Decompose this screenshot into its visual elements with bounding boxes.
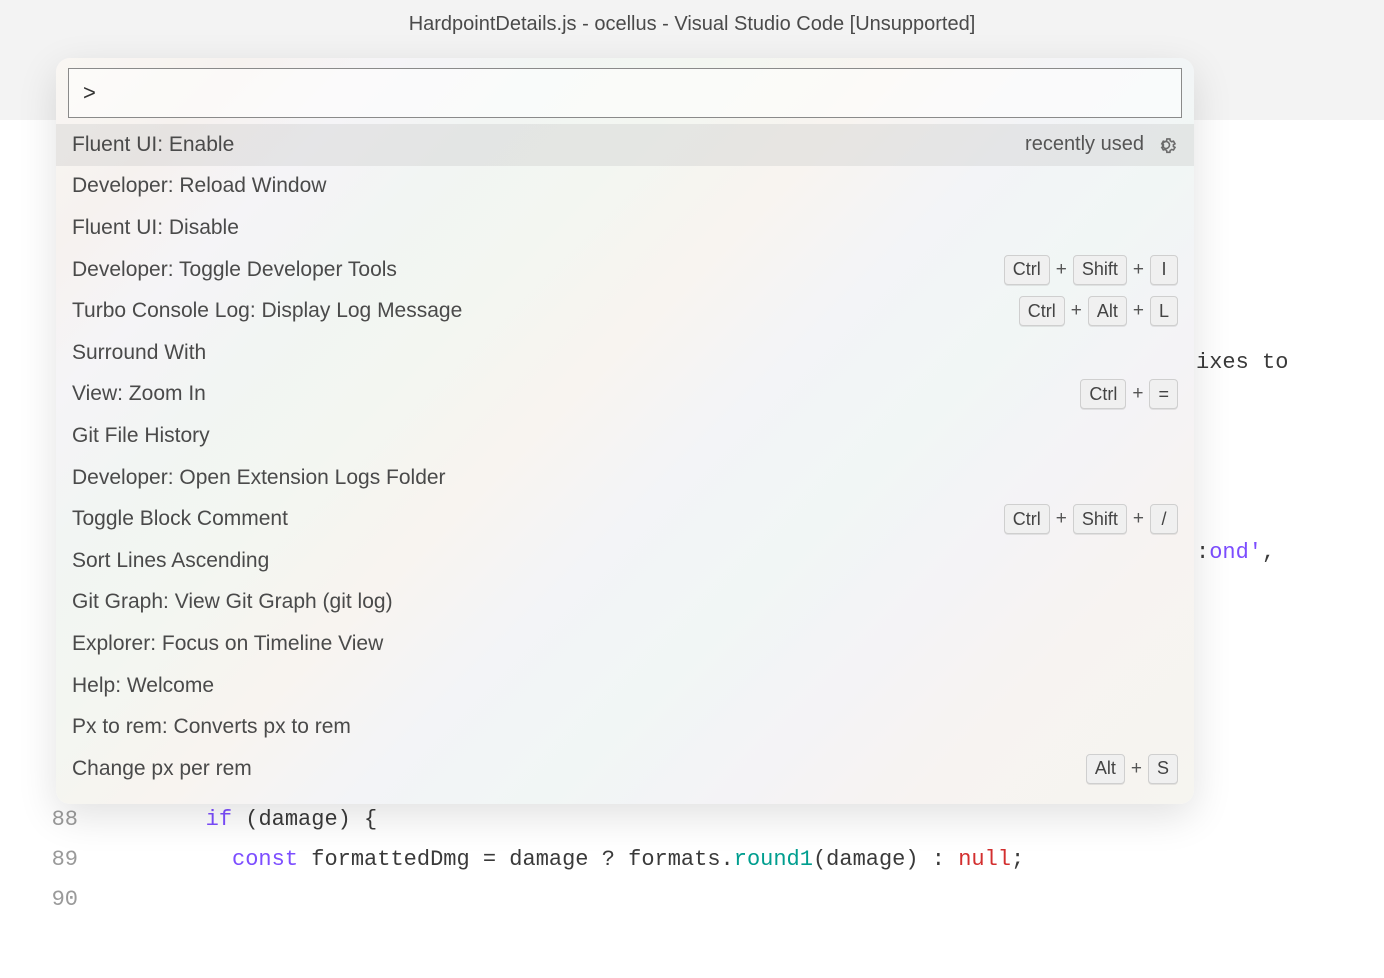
title-bar: HardpointDetails.js - ocellus - Visual S… bbox=[0, 0, 1384, 48]
kbd-key: / bbox=[1150, 504, 1178, 534]
command-item[interactable]: View: Zoom InCtrl + = bbox=[56, 374, 1194, 416]
command-item[interactable]: Toggle Block CommentCtrl + Shift + / bbox=[56, 498, 1194, 540]
command-item-label: Px to rem: Converts px to rem bbox=[72, 715, 1178, 739]
command-item-label: Change px per rem bbox=[72, 757, 1086, 781]
command-palette: Fluent UI: Enablerecently used Developer:… bbox=[56, 58, 1194, 804]
command-item[interactable]: Git Graph: View Git Graph (git log) bbox=[56, 582, 1194, 624]
command-item[interactable]: Sort Lines Ascending bbox=[56, 540, 1194, 582]
recently-used-label: recently used bbox=[1025, 133, 1144, 156]
kbd-key: Ctrl bbox=[1019, 296, 1065, 326]
keyboard-shortcut: Ctrl + Shift + I bbox=[1004, 255, 1178, 285]
kbd-key: Alt bbox=[1086, 754, 1125, 784]
kbd-key: Ctrl bbox=[1004, 504, 1050, 534]
line-number: 89 bbox=[0, 840, 100, 880]
editor-line[interactable]: 89 const formattedDmg = damage ? formats… bbox=[0, 840, 1384, 880]
command-item-label: Fluent UI: Enable bbox=[72, 133, 1025, 157]
kbd-key: S bbox=[1148, 754, 1178, 784]
command-item[interactable]: Git File History bbox=[56, 415, 1194, 457]
command-item-trailing: recently used bbox=[1025, 133, 1178, 157]
command-item[interactable]: Surround With bbox=[56, 332, 1194, 374]
command-item-label: Toggle Block Comment bbox=[72, 507, 1004, 531]
kbd-plus: + bbox=[1133, 259, 1144, 281]
kbd-plus: + bbox=[1071, 300, 1082, 322]
command-input[interactable] bbox=[68, 68, 1182, 118]
kbd-plus: + bbox=[1056, 508, 1067, 530]
command-item-trailing: Ctrl + = bbox=[1080, 379, 1178, 409]
command-list[interactable]: Fluent UI: Enablerecently used Developer:… bbox=[56, 124, 1194, 804]
kbd-key: Alt bbox=[1088, 296, 1127, 326]
command-item-label: Developer: Toggle Developer Tools bbox=[72, 258, 1004, 282]
command-item[interactable]: Turbo Console Log: Display Log MessageCt… bbox=[56, 290, 1194, 332]
kbd-key: Ctrl bbox=[1004, 255, 1050, 285]
keyboard-shortcut: Alt + S bbox=[1086, 754, 1178, 784]
line-number: 88 bbox=[0, 800, 100, 840]
keyboard-shortcut: Ctrl + Shift + / bbox=[1004, 504, 1178, 534]
kbd-key: Shift bbox=[1073, 504, 1127, 534]
command-item-trailing: Ctrl + Shift + I bbox=[1004, 255, 1178, 285]
code-content[interactable]: if (damage) { bbox=[100, 800, 377, 840]
kbd-key: Ctrl bbox=[1080, 379, 1126, 409]
command-item-label: Git Graph: View Git Graph (git log) bbox=[72, 590, 1178, 614]
command-item[interactable]: Explorer: Focus on Timeline View bbox=[56, 623, 1194, 665]
kbd-plus: + bbox=[1132, 383, 1143, 405]
command-item[interactable]: Help: Welcome bbox=[56, 665, 1194, 707]
command-item-trailing: Alt + S bbox=[1086, 754, 1178, 784]
command-item[interactable]: Fluent UI: Enablerecently used bbox=[56, 124, 1194, 166]
editor-overflow-text-2: :ond', bbox=[1196, 540, 1275, 565]
gear-icon[interactable] bbox=[1154, 133, 1178, 157]
command-item-label: Git File History bbox=[72, 424, 1178, 448]
command-item-label: Explorer: Focus on Timeline View bbox=[72, 632, 1178, 656]
editor-overflow-text-1: ixes to bbox=[1196, 350, 1288, 375]
kbd-key: = bbox=[1149, 379, 1178, 409]
code-content[interactable]: const formattedDmg = damage ? formats.ro… bbox=[100, 840, 1024, 880]
kbd-plus: + bbox=[1131, 758, 1142, 780]
command-item-label: Turbo Console Log: Display Log Message bbox=[72, 299, 1019, 323]
command-item-label: Fluent UI: Disable bbox=[72, 216, 1178, 240]
window-title: HardpointDetails.js - ocellus - Visual S… bbox=[409, 13, 976, 36]
kbd-key: Shift bbox=[1073, 255, 1127, 285]
command-item-trailing: Ctrl + Shift + / bbox=[1004, 504, 1178, 534]
command-item-label: Developer: Reload Window bbox=[72, 174, 1178, 198]
command-item-label: Sort Lines Ascending bbox=[72, 549, 1178, 573]
command-item-label: Developer: Open Extension Logs Folder bbox=[72, 466, 1178, 490]
command-item[interactable]: Developer: Reload Window bbox=[56, 166, 1194, 208]
editor-line[interactable]: 88 if (damage) { bbox=[0, 800, 1384, 840]
command-item[interactable]: Fluent UI: Disable bbox=[56, 207, 1194, 249]
keyboard-shortcut: Ctrl + Alt + L bbox=[1019, 296, 1178, 326]
keyboard-shortcut: Ctrl + = bbox=[1080, 379, 1178, 409]
command-input-wrap bbox=[56, 58, 1194, 124]
command-item-label: Surround With bbox=[72, 341, 1178, 365]
command-item[interactable]: Px to rem: Converts px to rem bbox=[56, 706, 1194, 748]
kbd-plus: + bbox=[1056, 259, 1067, 281]
kbd-key: I bbox=[1150, 255, 1178, 285]
kbd-plus: + bbox=[1133, 508, 1144, 530]
command-item[interactable]: Developer: Open Extension Logs Folder bbox=[56, 457, 1194, 499]
editor-line[interactable]: 90 bbox=[0, 880, 1384, 920]
line-number: 90 bbox=[0, 880, 100, 920]
command-item-label: View: Zoom In bbox=[72, 382, 1080, 406]
command-item[interactable]: Change px per remAlt + S bbox=[56, 748, 1194, 790]
command-item[interactable]: Developer: Toggle Developer ToolsCtrl + Sh… bbox=[56, 249, 1194, 291]
command-item-label: Help: Welcome bbox=[72, 674, 1178, 698]
command-item-trailing: Ctrl + Alt + L bbox=[1019, 296, 1178, 326]
kbd-key: L bbox=[1150, 296, 1178, 326]
kbd-plus: + bbox=[1133, 300, 1144, 322]
